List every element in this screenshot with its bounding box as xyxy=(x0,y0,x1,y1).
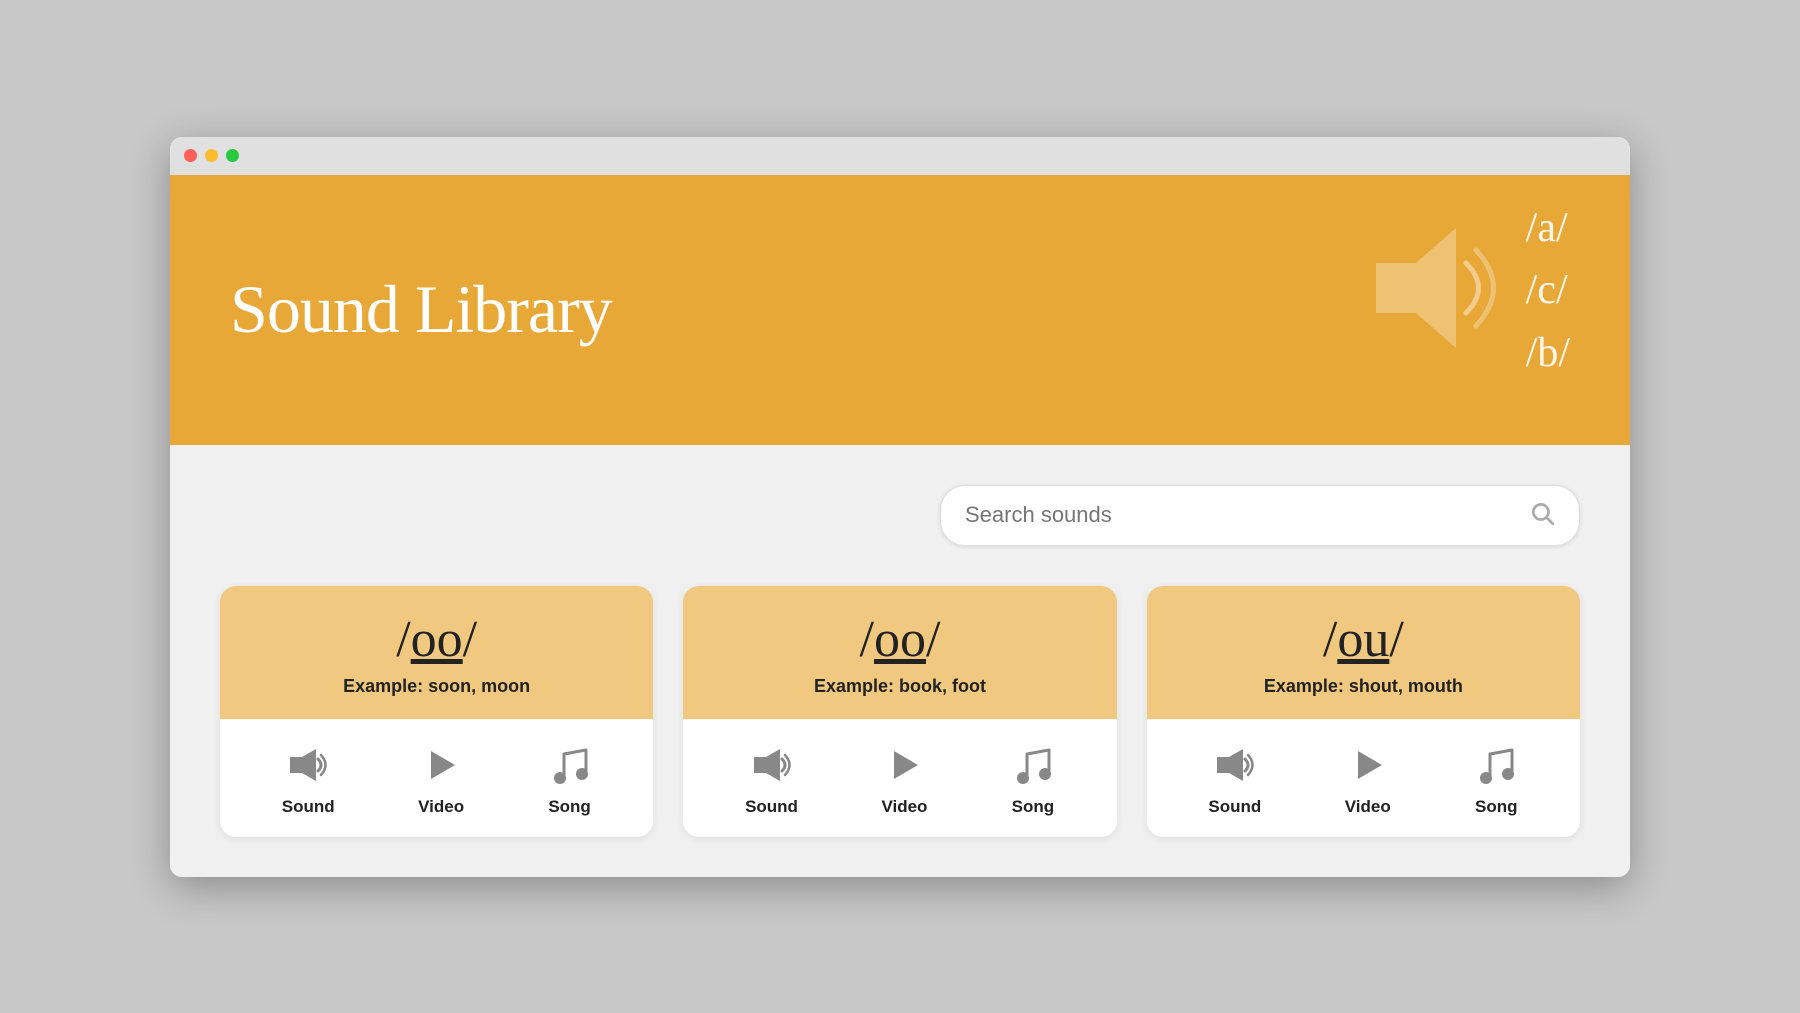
browser-window: Sound Library /a/ /c/ /b/ xyxy=(170,137,1630,877)
sound-icon-3 xyxy=(1213,743,1257,787)
song-label-3: Song xyxy=(1475,797,1518,817)
video-icon-1 xyxy=(419,743,463,787)
sound-icon-2 xyxy=(750,743,794,787)
sound-label-1: Sound xyxy=(282,797,335,817)
card-actions-1: Sound Video xyxy=(220,719,653,837)
close-button[interactable] xyxy=(184,149,197,162)
song-icon-3 xyxy=(1474,743,1518,787)
page-title: Sound Library xyxy=(230,270,612,349)
video-label-3: Video xyxy=(1345,797,1391,817)
video-label-1: Video xyxy=(418,797,464,817)
search-icon xyxy=(1529,500,1555,531)
card-phoneme-3: /ou/ xyxy=(1167,614,1560,666)
card-actions-2: Sound Video xyxy=(683,719,1116,837)
video-icon-3 xyxy=(1346,743,1390,787)
sound-label-2: Sound xyxy=(745,797,798,817)
card-header-1: /oo/ Example: soon, moon xyxy=(220,586,653,719)
card-actions-3: Sound Video xyxy=(1147,719,1580,837)
sound-icon-1 xyxy=(286,743,330,787)
card-example-2: Example: book, foot xyxy=(703,676,1096,697)
song-icon-1 xyxy=(548,743,592,787)
sound-action-3[interactable]: Sound xyxy=(1208,743,1261,817)
song-action-1[interactable]: Song xyxy=(548,743,592,817)
card-phoneme-1: /oo/ xyxy=(240,614,633,666)
card-phoneme-2: /oo/ xyxy=(703,614,1096,666)
search-container xyxy=(220,485,1580,546)
card-header-3: /ou/ Example: shout, mouth xyxy=(1147,586,1580,719)
content-area: /oo/ Example: soon, moon xyxy=(170,445,1630,877)
video-label-2: Video xyxy=(881,797,927,817)
cards-grid: /oo/ Example: soon, moon xyxy=(220,586,1580,837)
minimize-button[interactable] xyxy=(205,149,218,162)
card-example-3: Example: shout, mouth xyxy=(1167,676,1560,697)
header-decoration: /a/ /c/ /b/ xyxy=(1346,195,1570,387)
video-action-2[interactable]: Video xyxy=(881,743,927,817)
song-action-2[interactable]: Song xyxy=(1011,743,1055,817)
sound-card-3: /ou/ Example: shout, mouth xyxy=(1147,586,1580,837)
song-action-3[interactable]: Song xyxy=(1474,743,1518,817)
song-label-2: Song xyxy=(1012,797,1055,817)
video-action-1[interactable]: Video xyxy=(418,743,464,817)
header-banner: Sound Library /a/ /c/ /b/ xyxy=(170,175,1630,445)
card-header-2: /oo/ Example: book, foot xyxy=(683,586,1116,719)
maximize-button[interactable] xyxy=(226,149,239,162)
sound-label-3: Sound xyxy=(1208,797,1261,817)
video-icon-2 xyxy=(882,743,926,787)
card-example-1: Example: soon, moon xyxy=(240,676,633,697)
video-action-3[interactable]: Video xyxy=(1345,743,1391,817)
song-icon-2 xyxy=(1011,743,1055,787)
phoneme-decoration: /a/ /c/ /b/ xyxy=(1526,195,1570,387)
title-bar xyxy=(170,137,1630,175)
sound-action-1[interactable]: Sound xyxy=(282,743,335,817)
search-input[interactable] xyxy=(965,502,1519,528)
search-box[interactable] xyxy=(940,485,1580,546)
speaker-icon xyxy=(1346,208,1506,373)
sound-card-1: /oo/ Example: soon, moon xyxy=(220,586,653,837)
song-label-1: Song xyxy=(548,797,591,817)
sound-card-2: /oo/ Example: book, foot xyxy=(683,586,1116,837)
sound-action-2[interactable]: Sound xyxy=(745,743,798,817)
